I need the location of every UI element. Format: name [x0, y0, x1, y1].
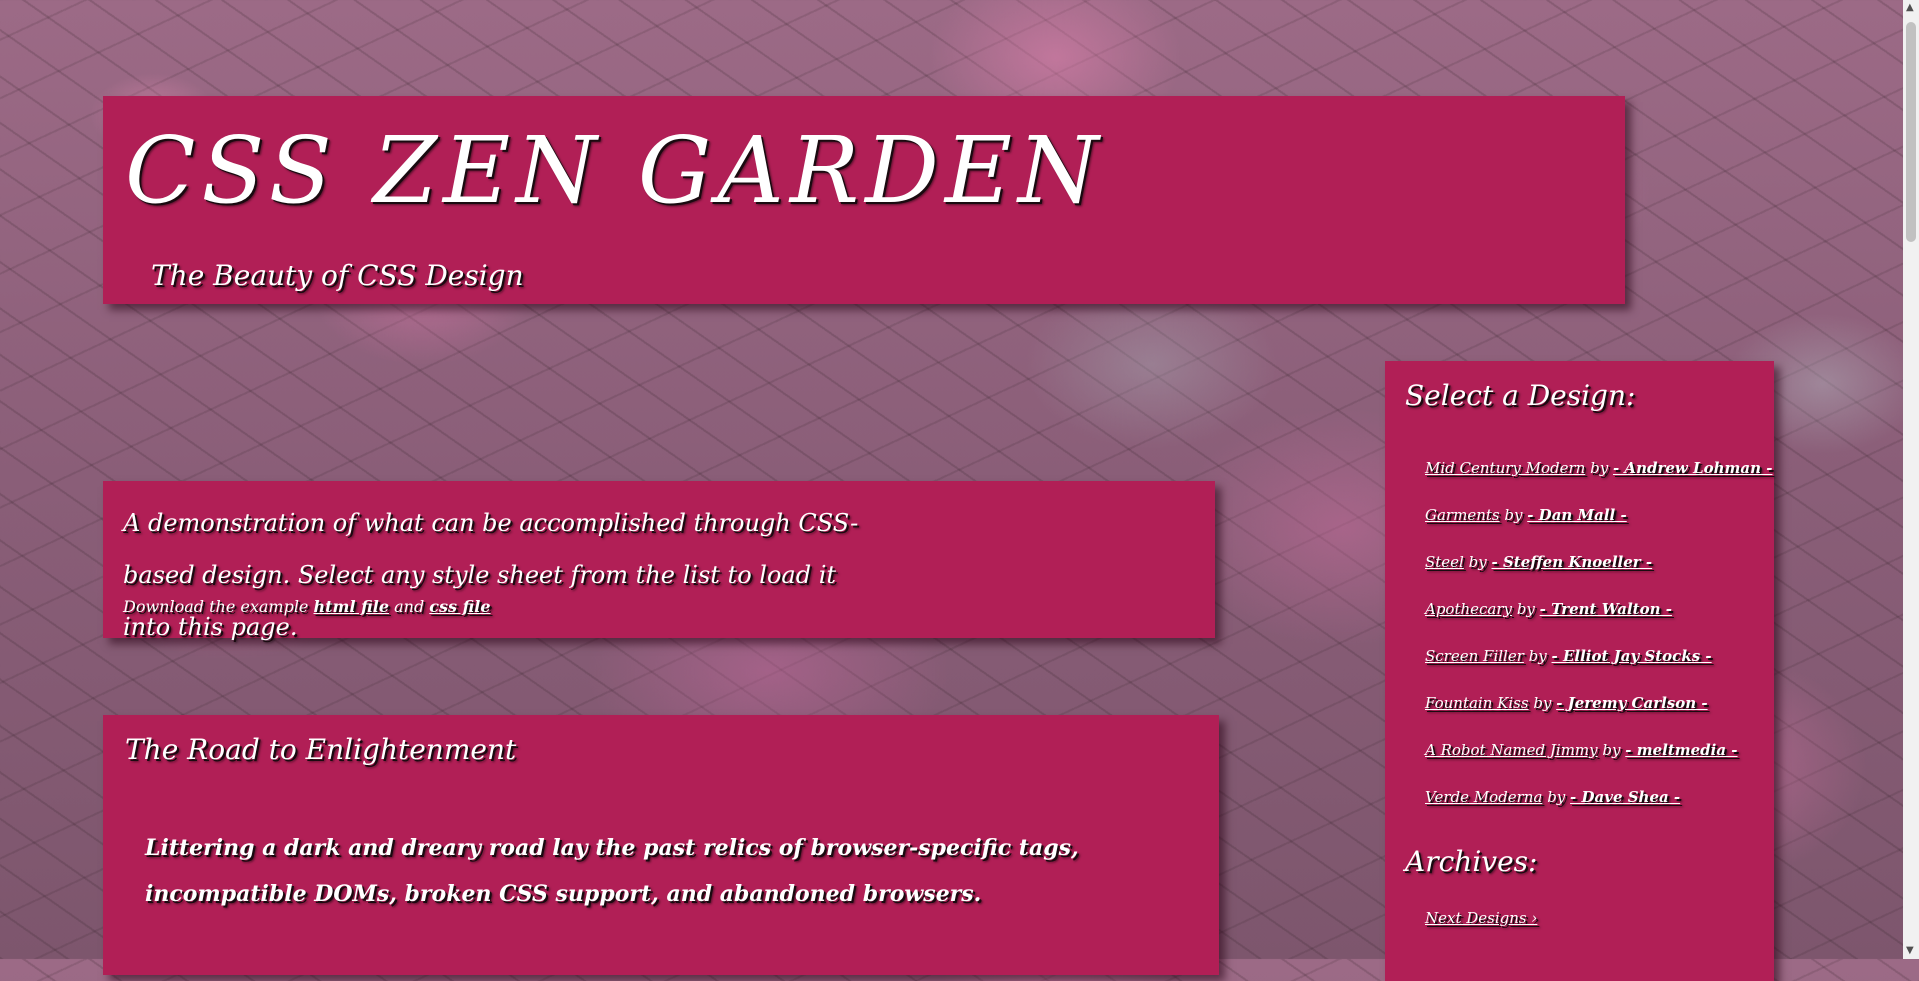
list-item: Garments by - Dan Mall - — [1425, 492, 1772, 539]
list-item: Screen Filler by - Elliot Jay Stocks - — [1425, 633, 1772, 680]
design-link[interactable]: Steel — [1425, 553, 1464, 571]
by-text: by — [1533, 694, 1552, 712]
author-link[interactable]: - Elliot Jay Stocks - — [1552, 647, 1712, 665]
page-header: CSS ZEN GARDEN The Beauty of CSS Design — [103, 96, 1625, 304]
list-item: A Robot Named Jimmy by - meltmedia - — [1425, 727, 1772, 774]
design-list: Mid Century Modern by - Andrew Lohman - … — [1425, 445, 1772, 821]
site-title: CSS ZEN GARDEN — [125, 117, 1105, 224]
list-item: Steel by - Steffen Knoeller - — [1425, 539, 1772, 586]
intro-panel: A demonstration of what can be accomplis… — [103, 481, 1215, 641]
list-item: Apothecary by - Trent Walton - — [1425, 586, 1772, 633]
by-text: by — [1590, 459, 1609, 477]
design-link[interactable]: Screen Filler — [1425, 647, 1524, 665]
archives-heading: Archives: — [1405, 845, 1538, 878]
design-link[interactable]: Apothecary — [1425, 600, 1512, 618]
scroll-thumb[interactable] — [1906, 22, 1916, 242]
design-link[interactable]: A Robot Named Jimmy — [1425, 741, 1598, 759]
by-text: by — [1468, 553, 1487, 571]
html-file-link[interactable]: html file — [314, 597, 390, 616]
author-link[interactable]: - Jeremy Carlson - — [1556, 694, 1707, 712]
intro-summary: A demonstration of what can be accomplis… — [123, 509, 859, 641]
road-panel: The Road to Enlightenment Littering a da… — [103, 715, 1219, 975]
by-text: by — [1602, 741, 1621, 759]
site-tagline: The Beauty of CSS Design — [151, 259, 524, 292]
list-item: Mid Century Modern by - Andrew Lohman - — [1425, 445, 1772, 492]
download-and: and — [394, 597, 425, 616]
next-designs-link[interactable]: Next Designs › — [1425, 909, 1537, 927]
author-link[interactable]: - Dan Mall - — [1527, 506, 1626, 524]
design-link[interactable]: Fountain Kiss — [1425, 694, 1529, 712]
scroll-up-icon[interactable]: ▲ — [1906, 2, 1914, 14]
author-link[interactable]: - Trent Walton - — [1540, 600, 1672, 618]
by-text: by — [1504, 506, 1523, 524]
css-file-link[interactable]: css file — [429, 597, 490, 616]
road-title: The Road to Enlightenment — [125, 733, 517, 766]
design-sidebar: Select a Design: Mid Century Modern by -… — [1385, 361, 1774, 981]
by-text: by — [1528, 647, 1547, 665]
author-link[interactable]: - meltmedia - — [1625, 741, 1737, 759]
author-link[interactable]: - Steffen Knoeller - — [1492, 553, 1653, 571]
design-link[interactable]: Garments — [1425, 506, 1500, 524]
list-item: Verde Moderna by - Dave Shea - — [1425, 774, 1772, 821]
author-link[interactable]: - Dave Shea - — [1570, 788, 1680, 806]
list-item: Fountain Kiss by - Jeremy Carlson - — [1425, 680, 1772, 727]
select-design-heading: Select a Design: — [1405, 379, 1636, 412]
design-link[interactable]: Mid Century Modern — [1425, 459, 1585, 477]
scroll-down-icon[interactable]: ▼ — [1906, 945, 1914, 957]
design-link[interactable]: Verde Moderna — [1425, 788, 1542, 806]
vertical-scrollbar[interactable]: ▲ ▼ — [1903, 0, 1919, 959]
download-prefix: Download the example — [123, 597, 309, 616]
by-text: by — [1516, 600, 1535, 618]
by-text: by — [1547, 788, 1566, 806]
author-link[interactable]: - Andrew Lohman - — [1613, 459, 1772, 477]
road-text: Littering a dark and dreary road lay the… — [145, 835, 1079, 907]
download-line: Download the example html file and css f… — [123, 597, 491, 616]
